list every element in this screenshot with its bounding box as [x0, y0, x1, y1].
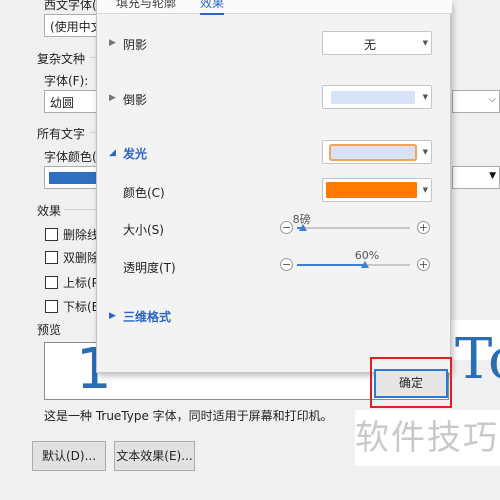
tab-effects[interactable]: 效果: [200, 0, 225, 15]
font-color-label: 字体颜色(: [44, 150, 97, 164]
tab-strip: 填充与轮廓 效果: [97, 0, 452, 15]
shape-effects-panel: 填充与轮廓 效果 ▶ 阴影 无 ▼ ▶ 倒影 ▼ ◢ 发光 ▼ 颜色(C) ▼ …: [96, 0, 452, 373]
slider-fill: [297, 264, 365, 266]
chevron-down-icon: ⌵: [488, 94, 496, 105]
preview-glyph: To: [455, 327, 500, 392]
glow-color-select[interactable]: ▼: [322, 178, 432, 202]
superscript-checkbox[interactable]: [45, 276, 58, 289]
chevron-down-icon: ▼: [422, 186, 428, 194]
default-button[interactable]: 默认(D)...: [32, 441, 106, 471]
section-divider: [64, 209, 100, 210]
underline-style-combo[interactable]: ▼: [452, 166, 500, 189]
glow-size-slider[interactable]: [297, 227, 410, 229]
font-color-swatch: [49, 172, 101, 184]
glow-size-label: 大小(S): [123, 223, 164, 237]
superscript-label: 上标(P: [63, 276, 99, 290]
plus-icon[interactable]: +: [417, 221, 430, 234]
complex-font-combo[interactable]: 幼圆: [44, 90, 104, 113]
shadow-value: 无: [363, 38, 376, 52]
reflection-select[interactable]: ▼: [322, 85, 432, 109]
strikethrough-label: 删除线: [63, 228, 100, 242]
triangle-right-icon[interactable]: ▶: [109, 38, 116, 48]
glow-swatch: [331, 146, 415, 159]
shadow-select[interactable]: 无 ▼: [322, 31, 432, 55]
glow-transparency-value: 60%: [354, 249, 380, 262]
complex-style-combo[interactable]: ⌵: [452, 90, 500, 113]
triangle-down-icon[interactable]: ◢: [109, 148, 116, 158]
triangle-right-icon[interactable]: ▶: [109, 311, 116, 321]
font-color-combo[interactable]: [44, 166, 104, 189]
reflection-swatch: [331, 91, 415, 104]
background-right-strip: ⌵ ▼: [452, 0, 500, 320]
western-font-value: (使用中文: [50, 20, 103, 34]
glow-transparency-label: 透明度(T): [123, 261, 176, 275]
chevron-down-icon: ▼: [422, 39, 428, 47]
western-font-combo[interactable]: (使用中文: [44, 14, 104, 37]
caret-down-icon: ▼: [489, 171, 496, 181]
strikethrough-checkbox[interactable]: [45, 228, 58, 241]
triangle-right-icon[interactable]: ▶: [109, 93, 116, 103]
double-strikethrough-label: 双删除: [63, 251, 100, 265]
double-strikethrough-checkbox[interactable]: [45, 251, 58, 264]
chevron-down-icon: ▼: [422, 148, 428, 156]
preview-section-title: 预览: [37, 323, 62, 337]
minus-icon[interactable]: −: [280, 258, 293, 271]
glow-size-value: 8磅: [292, 213, 311, 226]
truetype-note: 这是一种 TrueType 字体，同时适用于屏幕和打印机。: [44, 409, 333, 423]
ok-button[interactable]: 确定: [374, 369, 448, 398]
text-effects-button[interactable]: 文本效果(E)...: [114, 441, 195, 471]
western-font-label: 西文字体(: [44, 0, 97, 12]
glow-transparency-slider-thumb[interactable]: [360, 261, 369, 268]
glow-color-swatch: [326, 182, 417, 198]
complex-section-title: 复杂文种: [37, 52, 86, 66]
font-value: 幼圆: [50, 96, 75, 110]
effects-section-title: 效果: [37, 204, 62, 218]
watermark: 软件技巧: [355, 410, 500, 466]
subscript-checkbox[interactable]: [45, 300, 58, 313]
font-label: 字体(F):: [44, 74, 89, 88]
three-d-format-label[interactable]: 三维格式: [123, 308, 171, 325]
shadow-label[interactable]: 阴影: [123, 36, 147, 53]
all-text-section-title: 所有文字: [37, 127, 86, 141]
glow-preset-select[interactable]: ▼: [322, 140, 432, 164]
reflection-label[interactable]: 倒影: [123, 91, 147, 108]
subscript-label: 下标(B: [63, 300, 100, 314]
glow-label[interactable]: 发光: [123, 145, 147, 162]
tab-fill-outline[interactable]: 填充与轮廓: [116, 0, 176, 11]
glow-color-label: 颜色(C): [123, 186, 165, 200]
glow-transparency-slider[interactable]: [297, 264, 410, 266]
minus-icon[interactable]: −: [280, 221, 293, 234]
plus-icon[interactable]: +: [417, 258, 430, 271]
chevron-down-icon: ▼: [422, 93, 428, 101]
